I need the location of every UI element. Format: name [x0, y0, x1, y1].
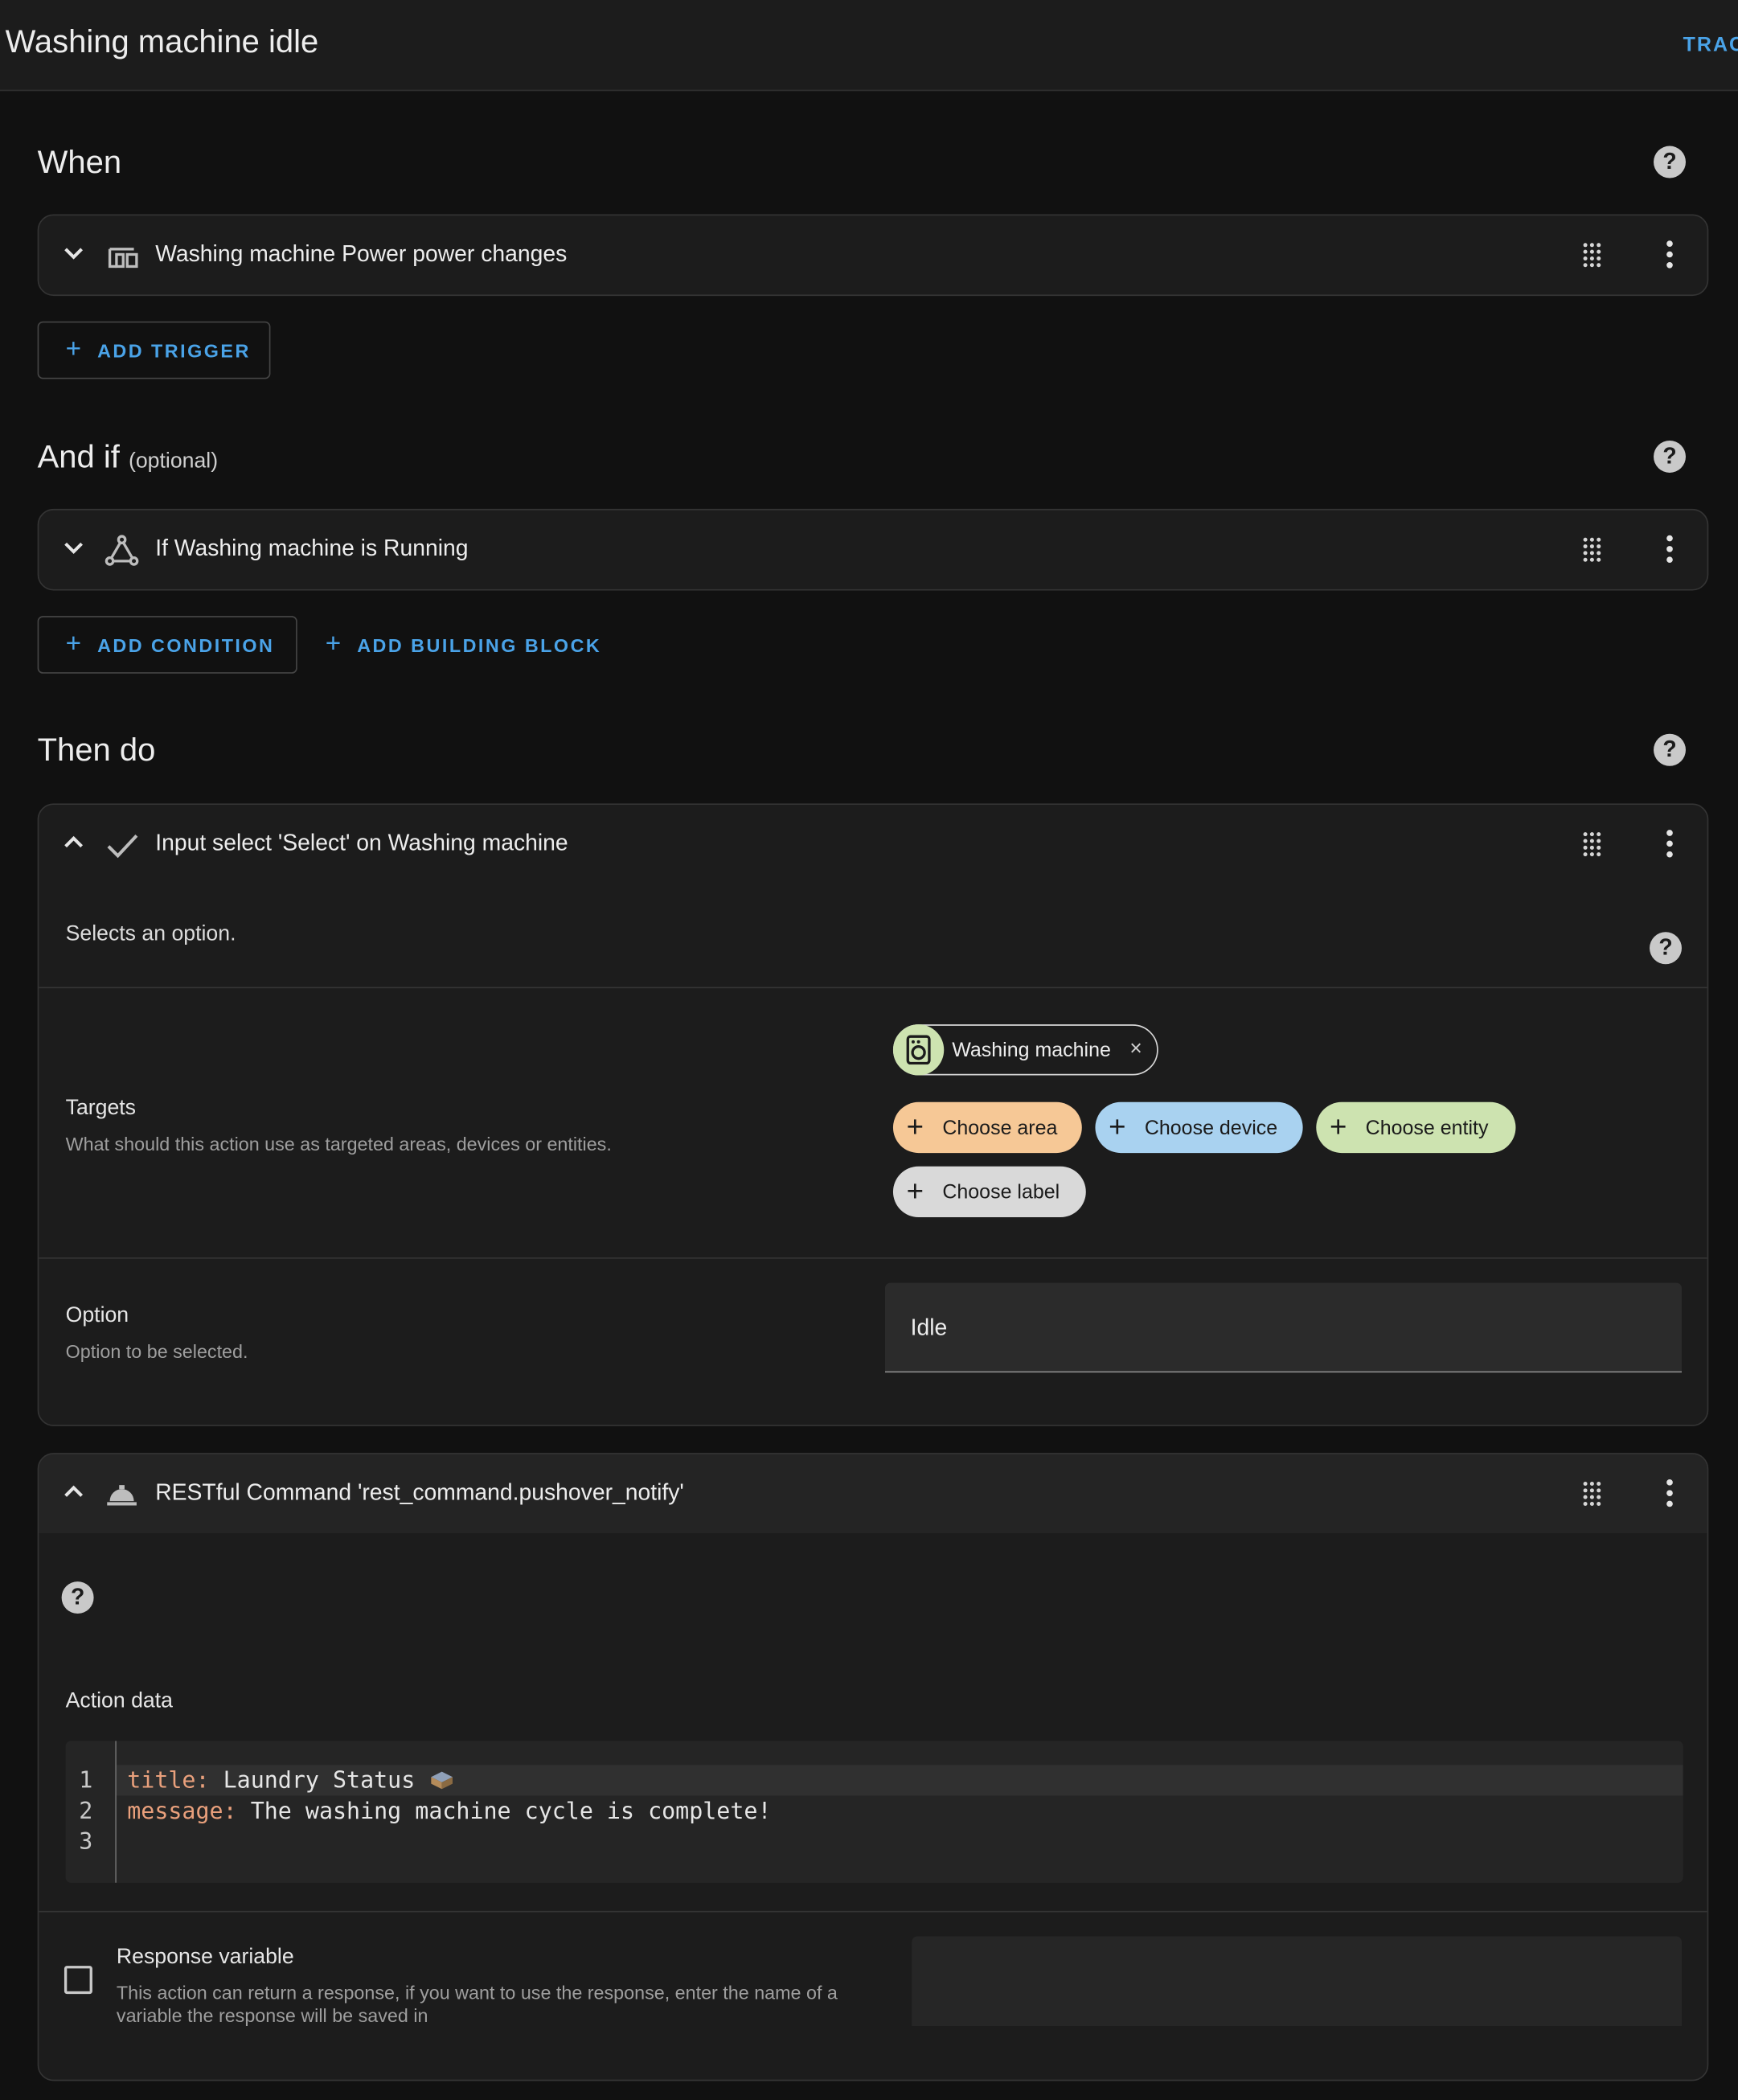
choose-label-button[interactable]: + Choose label — [892, 1166, 1086, 1218]
action1-description: Selects an option. — [65, 922, 236, 945]
top-app-bar: Washing machine idle TRAC — [0, 0, 1738, 92]
choose-label-label: Choose label — [942, 1180, 1060, 1204]
targets-label: Targets — [65, 1097, 137, 1120]
condition-title: If Washing machine is Running — [155, 535, 469, 561]
drag-handle-icon[interactable] — [1579, 241, 1605, 268]
target-chip-label: Washing machine — [952, 1038, 1111, 1061]
traces-button[interactable]: TRAC — [1683, 34, 1738, 56]
response-variable-description-line2: variable the response will be saved in — [116, 2004, 428, 2027]
optional-label: (optional) — [128, 449, 219, 473]
choose-device-button[interactable]: + Choose device — [1095, 1101, 1303, 1154]
trigger-card[interactable]: Washing machine Power power changes — [37, 214, 1709, 297]
yaml-value: Laundry Status — [209, 1767, 416, 1794]
add-building-block-button[interactable]: + ADD BUILDING BLOCK — [326, 616, 602, 674]
plus-icon: + — [325, 629, 342, 659]
divider — [39, 1257, 1707, 1259]
plus-icon: + — [1329, 1109, 1347, 1144]
choose-device-label: Choose device — [1144, 1116, 1278, 1139]
action-data-label: Action data — [65, 1689, 173, 1713]
option-value: Idle — [910, 1315, 948, 1341]
choose-area-button[interactable]: + Choose area — [892, 1101, 1082, 1154]
more-vert-icon[interactable] — [1656, 535, 1683, 564]
yaml-code-editor[interactable]: 1 2 3 title: Laundry Status message: The… — [65, 1741, 1683, 1883]
yaml-value: The washing machine cycle is complete! — [236, 1798, 772, 1826]
add-trigger-label: ADD TRIGGER — [97, 339, 251, 361]
automation-editor-page: Washing machine idle TRAC When ? Washing… — [0, 0, 1738, 2100]
then-do-help-icon[interactable]: ? — [1654, 733, 1686, 766]
line-number: 3 — [79, 1829, 93, 1856]
action1-title: Input select 'Select' on Washing machine — [155, 830, 568, 856]
targets-description: What should this action use as targeted … — [65, 1133, 612, 1155]
code-line-2: message: The washing machine cycle is co… — [127, 1799, 771, 1825]
washing-machine-icon — [892, 1024, 945, 1076]
more-vert-icon[interactable] — [1656, 240, 1683, 269]
add-condition-button[interactable]: + ADD CONDITION — [37, 616, 297, 674]
drag-handle-icon[interactable] — [1579, 831, 1605, 857]
add-condition-label: ADD CONDITION — [97, 634, 275, 656]
chevron-up-icon[interactable] — [60, 1479, 87, 1505]
response-variable-description-line1: This action can return a response, if yo… — [116, 1982, 838, 2004]
yaml-colon: : — [195, 1767, 210, 1794]
check-icon — [107, 834, 138, 859]
and-if-help-icon[interactable]: ? — [1654, 440, 1686, 473]
bell-service-icon — [107, 1485, 137, 1506]
plus-icon: + — [906, 1174, 924, 1208]
yaml-key: message — [127, 1798, 223, 1826]
when-help-icon[interactable]: ? — [1654, 146, 1686, 178]
add-trigger-button[interactable]: + ADD TRIGGER — [37, 321, 271, 379]
action2-help-icon[interactable]: ? — [61, 1581, 94, 1614]
choose-entity-button[interactable]: + Choose entity — [1316, 1101, 1516, 1154]
code-line-1: title: Laundry Status — [127, 1768, 455, 1798]
when-heading: When — [37, 144, 122, 181]
action2-header[interactable]: RESTful Command 'rest_command.pushover_n… — [39, 1454, 1707, 1534]
condition-card-header[interactable]: If Washing machine is Running — [39, 511, 1707, 589]
option-select[interactable]: Idle — [884, 1282, 1682, 1373]
action2-title: RESTful Command 'rest_command.pushover_n… — [155, 1479, 684, 1506]
divider — [39, 986, 1707, 989]
response-variable-input[interactable] — [912, 1936, 1682, 2027]
line-number: 1 — [79, 1767, 93, 1794]
then-do-heading: Then do — [37, 732, 156, 769]
action1-help-icon[interactable]: ? — [1650, 932, 1682, 965]
close-icon[interactable]: × — [1129, 1038, 1142, 1062]
and-if-label: And if — [37, 439, 120, 476]
scaled-canvas: Washing machine idle TRAC When ? Washing… — [0, 0, 1738, 2100]
line-number: 2 — [79, 1798, 93, 1826]
plus-icon: + — [1109, 1109, 1126, 1144]
drag-handle-icon[interactable] — [1579, 1479, 1605, 1506]
trigger-title: Washing machine Power power changes — [155, 240, 568, 267]
and-if-heading: And if (optional) — [38, 439, 218, 477]
plus-icon: + — [65, 334, 82, 365]
more-vert-icon[interactable] — [1656, 1479, 1683, 1508]
divider — [39, 1910, 1707, 1913]
more-vert-icon[interactable] — [1656, 829, 1683, 859]
device-trigger-icon — [108, 248, 138, 269]
response-variable-checkbox[interactable] — [64, 1966, 92, 1995]
option-description: Option to be selected. — [65, 1340, 248, 1362]
drag-handle-icon[interactable] — [1579, 535, 1605, 562]
laundry-emoji-icon — [428, 1769, 455, 1797]
chevron-down-icon[interactable] — [60, 240, 87, 266]
plus-icon: + — [906, 1109, 924, 1144]
target-chip-washing-machine[interactable]: Washing machine × — [892, 1024, 1158, 1076]
yaml-colon: : — [223, 1798, 237, 1826]
condition-icon — [105, 535, 139, 566]
yaml-key: title — [127, 1767, 196, 1794]
option-label: Option — [65, 1304, 129, 1327]
chevron-down-icon[interactable] — [60, 535, 87, 561]
condition-card[interactable]: If Washing machine is Running — [37, 508, 1709, 591]
action-card-input-select: Input select 'Select' on Washing machine… — [37, 803, 1709, 1426]
line-number-gutter: 1 2 3 — [66, 1741, 117, 1883]
action1-header[interactable]: Input select 'Select' on Washing machine — [39, 805, 1707, 884]
choose-area-label: Choose area — [942, 1116, 1058, 1139]
add-building-block-label: ADD BUILDING BLOCK — [357, 634, 602, 656]
plus-icon: + — [65, 629, 82, 659]
response-variable-label: Response variable — [116, 1946, 294, 1969]
action-card-rest-command: RESTful Command 'rest_command.pushover_n… — [37, 1453, 1709, 2082]
trigger-card-header[interactable]: Washing machine Power power changes — [39, 215, 1707, 294]
page-title: Washing machine idle — [5, 23, 319, 60]
choose-entity-label: Choose entity — [1365, 1116, 1489, 1139]
chevron-up-icon[interactable] — [60, 829, 87, 855]
